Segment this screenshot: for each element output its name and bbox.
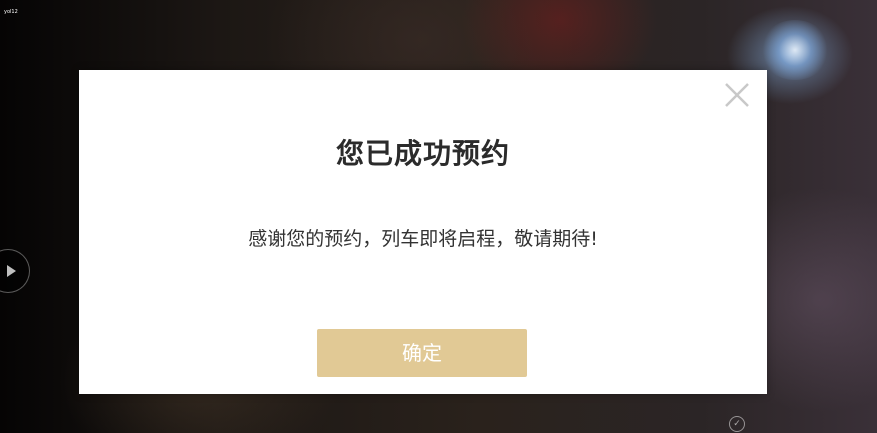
confirm-button[interactable]: 确定 [317, 329, 527, 377]
corner-label: yol12 [4, 9, 18, 15]
page-background: yol12 ✓ 您已成功预约 感谢您的预约，列车即将启程，敬请期待! 确定 [0, 0, 877, 433]
close-button[interactable] [722, 80, 752, 110]
background-art-glow [760, 20, 830, 80]
dialog-title: 您已成功预约 [335, 137, 510, 170]
video-play-button[interactable] [0, 249, 30, 293]
reservation-success-dialog: 您已成功预约 感谢您的预约，列车即将启程，敬请期待! 确定 [79, 70, 767, 394]
play-icon [7, 265, 16, 277]
check-circle-icon: ✓ [729, 416, 745, 432]
close-icon [725, 83, 749, 107]
dialog-message: 感谢您的预约，列车即将启程，敬请期待! [248, 228, 598, 250]
